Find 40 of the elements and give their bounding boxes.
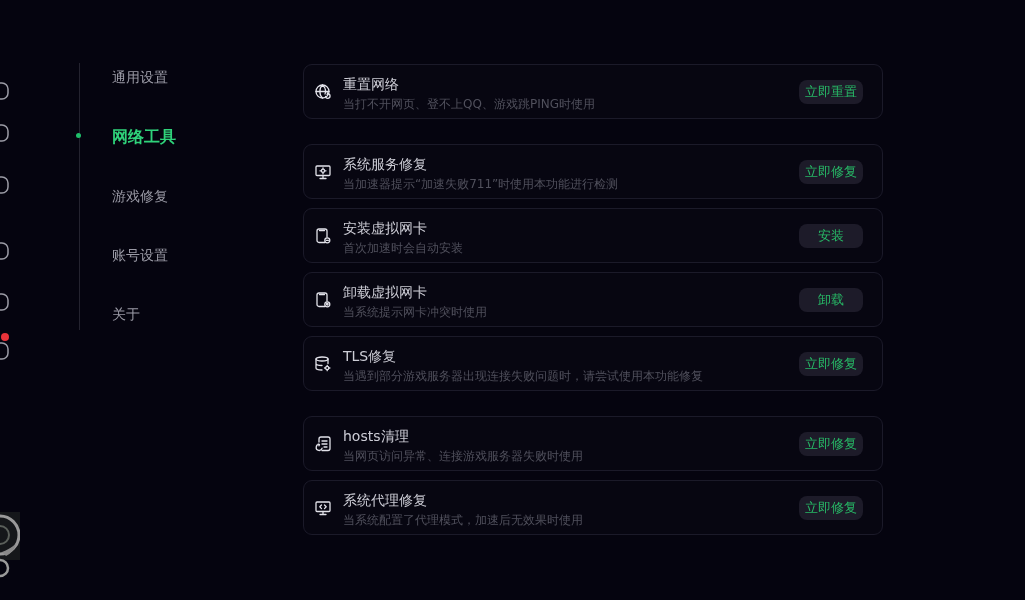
tool-description: 当系统配置了代理模式，加速后无效果时使用 <box>343 511 583 528</box>
tool-title: hosts清理 <box>343 426 409 446</box>
device-minus-icon <box>315 227 331 244</box>
nav-item[interactable]: 通用设置 <box>112 63 168 93</box>
action-button[interactable]: 安装 <box>799 223 863 248</box>
action-button[interactable]: 立即修复 <box>799 431 863 456</box>
action-button[interactable]: 立即修复 <box>799 351 863 376</box>
nav-item[interactable]: 网络工具 <box>112 122 176 152</box>
monitor-gear-icon <box>315 163 331 180</box>
monitor-code-icon <box>315 499 331 516</box>
active-dot-icon <box>76 133 81 139</box>
sidebar-icon[interactable] <box>0 124 9 142</box>
sidebar-icon[interactable] <box>0 342 9 360</box>
action-button[interactable]: 立即重置 <box>799 79 863 104</box>
tool-description: 当遇到部分游戏服务器出现连接失败问题时，请尝试使用本功能修复 <box>343 367 703 384</box>
sidebar-icon[interactable] <box>0 176 9 194</box>
tool-title: 安装虚拟网卡 <box>343 218 427 238</box>
tool-description: 当系统提示网卡冲突时使用 <box>343 303 487 320</box>
tool-description: 首次加速时会自动安装 <box>343 239 463 256</box>
action-button[interactable]: 立即修复 <box>799 495 863 520</box>
tool-title: TLS修复 <box>343 346 397 366</box>
globe-refresh-icon <box>315 83 331 100</box>
tool-title: 重置网络 <box>343 74 399 94</box>
device-gear-icon <box>315 291 331 308</box>
sidebar-icon[interactable] <box>0 293 9 311</box>
tool-title: 系统代理修复 <box>343 490 427 510</box>
nav-item[interactable]: 账号设置 <box>112 241 168 271</box>
nav-item[interactable]: 关于 <box>112 300 140 331</box>
sidebar-icon[interactable] <box>0 82 9 100</box>
tool-title: 卸载虚拟网卡 <box>343 282 427 302</box>
tool-description: 当网页访问异常、连接游戏服务器失败时使用 <box>343 447 583 464</box>
sidebar-icon[interactable] <box>0 242 9 260</box>
tool-title: 系统服务修复 <box>343 154 427 174</box>
nav-item[interactable]: 游戏修复 <box>112 181 168 212</box>
tool-description: 当加速器提示“加速失败711”时使用本功能进行检测 <box>343 175 619 192</box>
emblem-icon[interactable] <box>0 512 20 580</box>
action-button[interactable]: 立即修复 <box>799 159 863 184</box>
database-gear-icon <box>315 355 331 372</box>
document-refresh-icon <box>315 435 331 452</box>
action-button[interactable]: 卸载 <box>799 287 863 312</box>
